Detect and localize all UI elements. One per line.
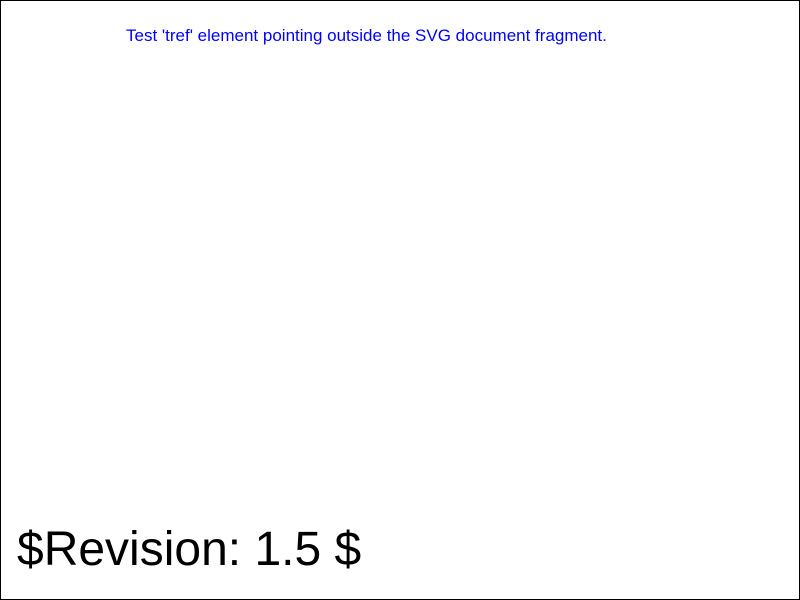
test-description-text: Test 'tref' element pointing outside the…: [126, 26, 607, 45]
svg-test-canvas: Test 'tref' element pointing outside the…: [0, 0, 800, 600]
revision-label: $Revision: 1.5 $: [17, 523, 362, 576]
